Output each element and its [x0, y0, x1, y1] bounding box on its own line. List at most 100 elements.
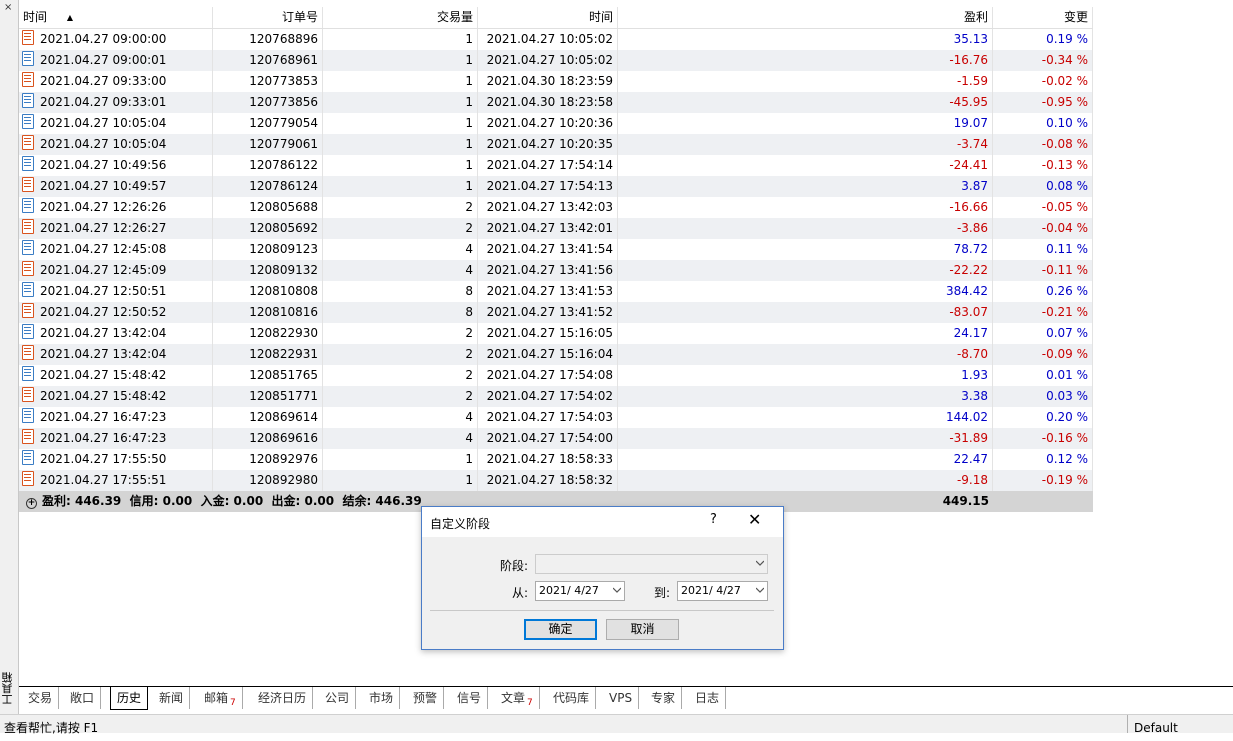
- table-row[interactable]: 2021.04.27 17:55:50 120892976 1 2021.04.27 …: [19, 449, 1093, 470]
- column-header-order[interactable]: 订单号: [213, 7, 323, 28]
- column-header-time[interactable]: 时间 ▲: [19, 7, 213, 28]
- tab-3[interactable]: 新闻: [153, 687, 191, 709]
- cancel-button[interactable]: 取消: [606, 619, 679, 640]
- cell-open-time: 2021.04.27 10:49:57: [19, 176, 213, 197]
- table-row[interactable]: 2021.04.27 09:33:01 120773856 1 2021.04.30 …: [19, 92, 1093, 113]
- cell-profit: -9.18: [618, 470, 993, 491]
- tab-10[interactable]: 文章 7: [495, 687, 540, 709]
- dialog-divider: [430, 610, 774, 611]
- table-row[interactable]: 2021.04.27 10:05:04 120779061 1 2021.04.27 …: [19, 134, 1093, 155]
- cell-volume: 1: [323, 113, 478, 134]
- tab-14[interactable]: 日志: [689, 687, 727, 709]
- sell-deal-icon: [22, 177, 34, 192]
- period-select[interactable]: [535, 554, 768, 574]
- buy-deal-icon: [22, 240, 34, 255]
- tab-7[interactable]: 市场: [363, 687, 401, 709]
- from-date-picker[interactable]: 2021/ 4/27: [535, 581, 625, 601]
- sell-deal-icon: [22, 219, 34, 234]
- cell-profit: -16.66: [618, 197, 993, 218]
- tab-13[interactable]: 专家: [645, 687, 683, 709]
- cell-open-time: 2021.04.27 09:33:00: [19, 71, 213, 92]
- from-label: 从:: [512, 586, 529, 600]
- table-row[interactable]: 2021.04.27 09:00:01 120768961 1 2021.04.27 …: [19, 50, 1093, 71]
- tab-5[interactable]: 经济日历: [252, 687, 314, 709]
- cell-order: 120768961: [213, 50, 323, 71]
- cell-order: 120779061: [213, 134, 323, 155]
- cell-close-time: 2021.04.27 15:16:05: [478, 323, 618, 344]
- cell-volume: 4: [323, 407, 478, 428]
- table-row[interactable]: 2021.04.27 10:05:04 120779054 1 2021.04.27 …: [19, 113, 1093, 134]
- cell-profit: 19.07: [618, 113, 993, 134]
- cell-order: 120773853: [213, 71, 323, 92]
- cell-volume: 1: [323, 92, 478, 113]
- cell-change: 0.01 %: [993, 365, 1093, 386]
- to-label: 到:: [654, 586, 671, 600]
- column-header-change[interactable]: 变更: [993, 7, 1093, 28]
- cell-open-time: 2021.04.27 12:26:26: [19, 197, 213, 218]
- cell-profit: 24.17: [618, 323, 993, 344]
- to-date-picker[interactable]: 2021/ 4/27: [677, 581, 768, 601]
- cell-close-time: 2021.04.27 13:41:53: [478, 281, 618, 302]
- close-icon[interactable]: ✕: [748, 510, 761, 529]
- status-profile: Default: [1127, 715, 1178, 735]
- column-header-volume[interactable]: 交易量: [323, 7, 478, 28]
- cell-order: 120869616: [213, 428, 323, 449]
- cell-order: 120851771: [213, 386, 323, 407]
- cell-change: -0.04 %: [993, 218, 1093, 239]
- tab-2[interactable]: 历史: [110, 687, 149, 710]
- cell-close-time: 2021.04.27 18:58:32: [478, 470, 618, 491]
- cell-close-time: 2021.04.30 18:23:59: [478, 71, 618, 92]
- table-row[interactable]: 2021.04.27 13:42:04 120822931 2 2021.04.27 …: [19, 344, 1093, 365]
- table-row[interactable]: 2021.04.27 12:26:27 120805692 2 2021.04.27 …: [19, 218, 1093, 239]
- cell-volume: 2: [323, 386, 478, 407]
- tab-9[interactable]: 信号: [451, 687, 489, 709]
- table-row[interactable]: 2021.04.27 13:42:04 120822930 2 2021.04.27 …: [19, 323, 1093, 344]
- column-header-close-time[interactable]: 时间: [478, 7, 618, 28]
- tab-6[interactable]: 公司: [319, 687, 357, 709]
- cell-order: 120779054: [213, 113, 323, 134]
- cell-close-time: 2021.04.27 17:54:13: [478, 176, 618, 197]
- cell-order: 120810816: [213, 302, 323, 323]
- table-row[interactable]: 2021.04.27 15:48:42 120851765 2 2021.04.27 …: [19, 365, 1093, 386]
- cell-volume: 4: [323, 428, 478, 449]
- tab-0[interactable]: 交易: [22, 687, 60, 709]
- cell-close-time: 2021.04.27 17:54:14: [478, 155, 618, 176]
- expand-plus-icon[interactable]: +: [26, 498, 37, 509]
- cell-change: -0.11 %: [993, 260, 1093, 281]
- tab-12[interactable]: VPS: [603, 687, 640, 709]
- close-icon[interactable]: ×: [4, 2, 12, 13]
- table-row[interactable]: 2021.04.27 09:00:00 120768896 1 2021.04.27 …: [19, 29, 1093, 50]
- table-row[interactable]: 2021.04.27 10:49:56 120786122 1 2021.04.27 …: [19, 155, 1093, 176]
- table-row[interactable]: 2021.04.27 09:33:00 120773853 1 2021.04.30 …: [19, 71, 1093, 92]
- tab-8[interactable]: 预警: [407, 687, 445, 709]
- buy-deal-icon: [22, 282, 34, 297]
- cell-change: -0.13 %: [993, 155, 1093, 176]
- table-row[interactable]: 2021.04.27 16:47:23 120869616 4 2021.04.27 …: [19, 428, 1093, 449]
- tab-1[interactable]: 敞口: [64, 687, 102, 709]
- cell-open-time: 2021.04.27 12:50:51: [19, 281, 213, 302]
- table-row[interactable]: 2021.04.27 12:50:52 120810816 8 2021.04.27 …: [19, 302, 1093, 323]
- cell-profit: -8.70: [618, 344, 993, 365]
- sell-deal-icon: [22, 135, 34, 150]
- table-row[interactable]: 2021.04.27 12:26:26 120805688 2 2021.04.27 …: [19, 197, 1093, 218]
- cell-volume: 2: [323, 218, 478, 239]
- table-row[interactable]: 2021.04.27 15:48:42 120851771 2 2021.04.27 …: [19, 386, 1093, 407]
- cell-open-time: 2021.04.27 12:26:27: [19, 218, 213, 239]
- help-icon[interactable]: ?: [710, 512, 717, 527]
- tab-11[interactable]: 代码库: [547, 687, 597, 709]
- cell-open-time: 2021.04.27 10:49:56: [19, 155, 213, 176]
- column-header-profit[interactable]: 盈利: [618, 7, 993, 28]
- table-row[interactable]: 2021.04.27 10:49:57 120786124 1 2021.04.27 …: [19, 176, 1093, 197]
- table-row[interactable]: 2021.04.27 12:45:09 120809132 4 2021.04.27 …: [19, 260, 1093, 281]
- cell-change: 0.07 %: [993, 323, 1093, 344]
- ok-button[interactable]: 确定: [524, 619, 597, 640]
- table-row[interactable]: 2021.04.27 12:45:08 120809123 4 2021.04.27 …: [19, 239, 1093, 260]
- cell-close-time: 2021.04.27 18:58:33: [478, 449, 618, 470]
- sell-deal-icon: [22, 30, 34, 45]
- tab-4[interactable]: 邮箱 7: [198, 687, 243, 709]
- cell-open-time: 2021.04.27 10:05:04: [19, 113, 213, 134]
- cell-close-time: 2021.04.27 17:54:03: [478, 407, 618, 428]
- table-row[interactable]: 2021.04.27 12:50:51 120810808 8 2021.04.27 …: [19, 281, 1093, 302]
- table-row[interactable]: 2021.04.27 17:55:51 120892980 1 2021.04.27 …: [19, 470, 1093, 491]
- table-row[interactable]: 2021.04.27 16:47:23 120869614 4 2021.04.27 …: [19, 407, 1093, 428]
